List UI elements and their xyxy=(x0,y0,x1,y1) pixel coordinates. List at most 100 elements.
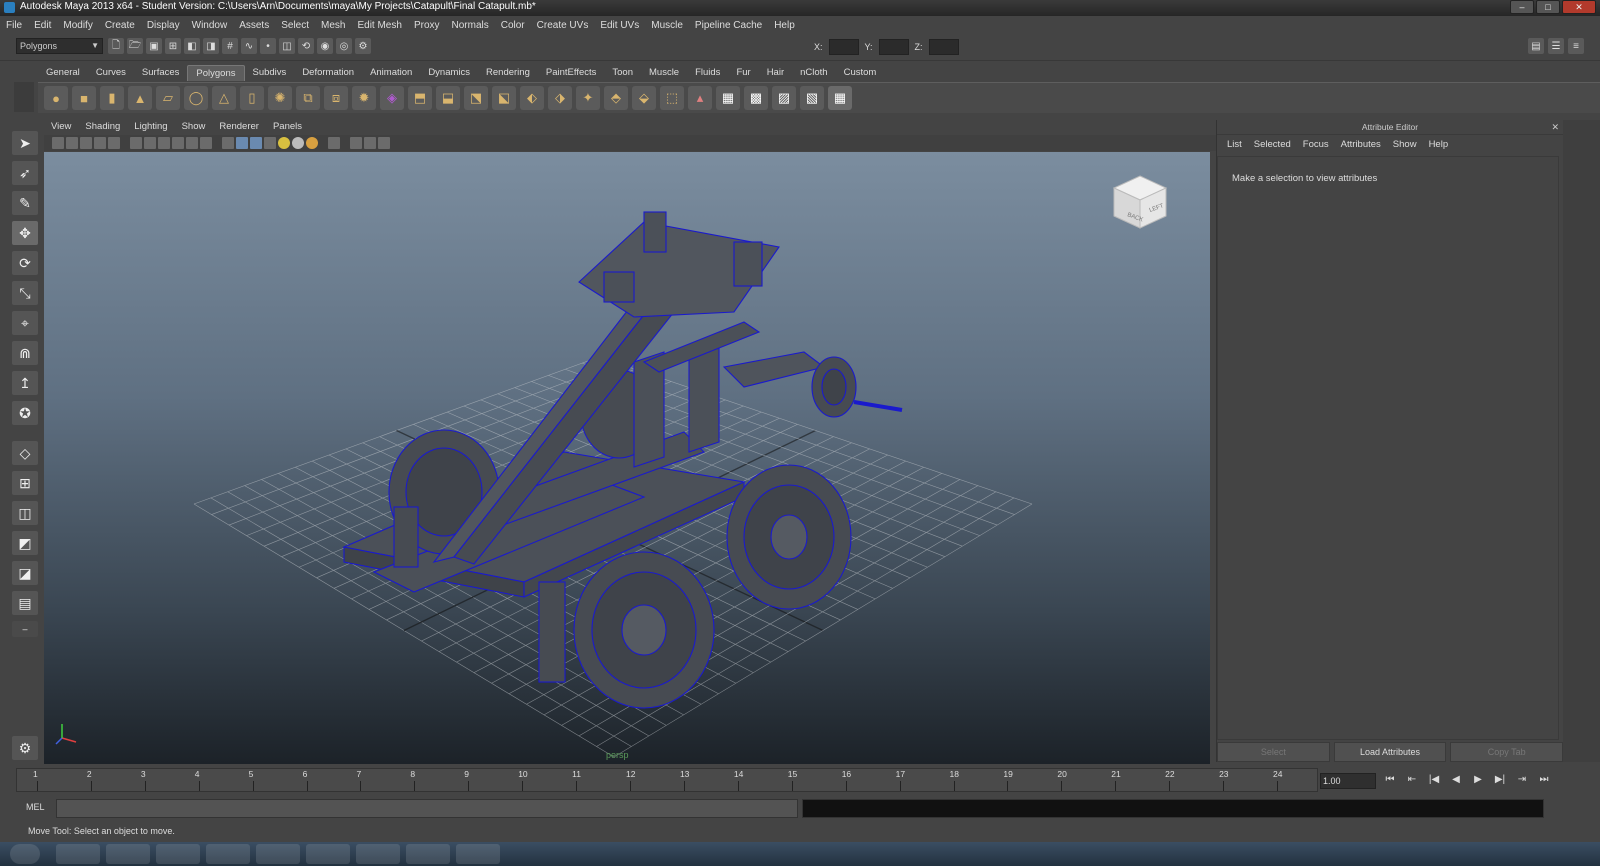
menu-select[interactable]: Select xyxy=(275,20,315,31)
smooth-icon[interactable]: ✹ xyxy=(352,86,376,110)
extrude-icon[interactable]: ⬒ xyxy=(408,86,432,110)
start-button-icon[interactable] xyxy=(10,844,40,864)
command-language-label[interactable]: MEL xyxy=(26,802,45,812)
show-manipulator-icon[interactable]: ↥ xyxy=(12,371,38,395)
split-polygon-icon[interactable]: ⬕ xyxy=(492,86,516,110)
shelf-tab-painteffects[interactable]: PaintEffects xyxy=(538,65,605,81)
move-tool-icon[interactable]: ✥ xyxy=(12,221,38,245)
go-to-start-icon[interactable]: ⏮ xyxy=(1382,772,1398,788)
taskbar-app-6[interactable] xyxy=(306,844,350,864)
shelf-tab-subdivs[interactable]: Subdivs xyxy=(245,65,295,81)
taskbar-app-7[interactable] xyxy=(356,844,400,864)
time-slider[interactable]: 1 2 3 4 5 6 7 8 9 10 11 12 13 14 15 16 17 18 19 20 21 22 23 24 xyxy=(16,768,1318,792)
poly-pyramid-icon[interactable]: △ xyxy=(212,86,236,110)
checker-map-icon[interactable]: ▦ xyxy=(828,86,852,110)
rotate-tool-icon[interactable]: ⟳ xyxy=(12,251,38,275)
channel-box-toggle-icon[interactable]: ≡ xyxy=(1568,38,1584,54)
menu-window[interactable]: Window xyxy=(186,20,234,31)
safe-title-icon[interactable] xyxy=(200,137,212,149)
taskbar-app-2[interactable] xyxy=(106,844,150,864)
poly-cylinder-icon[interactable]: ▮ xyxy=(100,86,124,110)
close-button[interactable]: ✕ xyxy=(1562,0,1596,14)
panel-menu-panels[interactable]: Panels xyxy=(266,120,309,134)
attr-menu-attributes[interactable]: Attributes xyxy=(1335,139,1387,150)
offset-edge-loop-icon[interactable]: ⬗ xyxy=(548,86,572,110)
uv-snapshot-icon[interactable]: ▧ xyxy=(800,86,824,110)
taskbar-app-9[interactable] xyxy=(456,844,500,864)
shelf-tab-general[interactable]: General xyxy=(38,65,88,81)
image-plane-icon[interactable] xyxy=(94,137,106,149)
safe-action-icon[interactable] xyxy=(186,137,198,149)
hypershade-layout-icon[interactable]: ◪ xyxy=(12,561,38,585)
panel-menu-view[interactable]: View xyxy=(44,120,78,134)
panel-menu-renderer[interactable]: Renderer xyxy=(212,120,266,134)
uv-editor-icon[interactable]: ▨ xyxy=(772,86,796,110)
gate-mask-icon[interactable] xyxy=(158,137,170,149)
attr-menu-focus[interactable]: Focus xyxy=(1297,139,1335,150)
select-tool-icon[interactable]: ➤ xyxy=(12,131,38,155)
camera-attributes-icon[interactable] xyxy=(66,137,78,149)
shelf-tab-custom[interactable]: Custom xyxy=(836,65,885,81)
maximize-button[interactable]: □ xyxy=(1536,0,1560,14)
menu-modify[interactable]: Modify xyxy=(57,20,98,31)
taskbar-app-8[interactable] xyxy=(406,844,450,864)
shelf-menu-handle[interactable] xyxy=(14,82,34,112)
menu-file[interactable]: File xyxy=(0,20,28,31)
select-by-component-icon[interactable]: ◨ xyxy=(203,38,219,54)
wireframe-on-shaded-icon[interactable] xyxy=(250,137,262,149)
copy-tab-button[interactable]: Copy Tab xyxy=(1450,742,1564,762)
menu-help[interactable]: Help xyxy=(768,20,801,31)
snap-surface-icon[interactable]: ◫ xyxy=(279,38,295,54)
menu-color[interactable]: Color xyxy=(495,20,531,31)
panel-menu-lighting[interactable]: Lighting xyxy=(127,120,174,134)
persp-outliner-layout-icon[interactable]: ◫ xyxy=(12,501,38,525)
open-scene-icon[interactable]: 🗁 xyxy=(127,38,143,54)
persp-graph-layout-icon[interactable]: ◩ xyxy=(12,531,38,555)
graph-outliner-layout-icon[interactable]: ▤ xyxy=(12,591,38,615)
taskbar-app-5[interactable] xyxy=(256,844,300,864)
attr-menu-show[interactable]: Show xyxy=(1387,139,1423,150)
menu-normals[interactable]: Normals xyxy=(446,20,495,31)
isolate-select-icon[interactable] xyxy=(328,137,340,149)
current-frame-field[interactable]: 1.00 xyxy=(1320,773,1376,789)
attribute-editor-toggle-icon[interactable]: ▤ xyxy=(1528,38,1544,54)
poly-cube-icon[interactable]: ■ xyxy=(72,86,96,110)
xray-icon[interactable] xyxy=(350,137,362,149)
append-polygon-icon[interactable]: ⬔ xyxy=(464,86,488,110)
new-scene-icon[interactable]: 🗋 xyxy=(108,38,124,54)
wireframe-icon[interactable] xyxy=(222,137,234,149)
ambient-occlusion-icon[interactable] xyxy=(378,137,390,149)
paint-select-tool-icon[interactable]: ✎ xyxy=(12,191,38,215)
shelf-tab-ncloth[interactable]: nCloth xyxy=(792,65,835,81)
menu-assets[interactable]: Assets xyxy=(233,20,275,31)
shelf-tab-polygons[interactable]: Polygons xyxy=(187,65,245,81)
checker-uv-icon[interactable]: ▦ xyxy=(716,86,740,110)
shelf-tab-curves[interactable]: Curves xyxy=(88,65,134,81)
minimize-button[interactable]: – xyxy=(1510,0,1534,14)
menu-display[interactable]: Display xyxy=(141,20,186,31)
command-input[interactable] xyxy=(56,799,798,818)
universal-manipulator-icon[interactable]: ⌖ xyxy=(12,311,38,335)
shelf-tab-fur[interactable]: Fur xyxy=(728,65,758,81)
menu-proxy[interactable]: Proxy xyxy=(408,20,446,31)
shelf-tab-hair[interactable]: Hair xyxy=(759,65,792,81)
shelf-tab-animation[interactable]: Animation xyxy=(362,65,420,81)
poke-face-icon[interactable]: ✦ xyxy=(576,86,600,110)
layout-menu-icon[interactable]: – xyxy=(12,621,38,637)
soft-modification-icon[interactable]: ⋒ xyxy=(12,341,38,365)
poly-plane-icon[interactable]: ▱ xyxy=(156,86,180,110)
select-by-object-icon[interactable]: ◧ xyxy=(184,38,200,54)
tool-settings-toggle-icon[interactable]: ☰ xyxy=(1548,38,1564,54)
camera-select-icon[interactable] xyxy=(52,137,64,149)
smooth-shade-icon[interactable] xyxy=(236,137,248,149)
menu-pipeline-cache[interactable]: Pipeline Cache xyxy=(689,20,768,31)
z-field[interactable] xyxy=(928,39,959,55)
insert-edge-loop-icon[interactable]: ⬖ xyxy=(520,86,544,110)
menu-create[interactable]: Create xyxy=(99,20,141,31)
poly-torus-icon[interactable]: ◯ xyxy=(184,86,208,110)
attr-menu-list[interactable]: List xyxy=(1221,139,1248,150)
step-back-frame-icon[interactable]: |◀ xyxy=(1426,772,1442,788)
scale-tool-icon[interactable]: ⤡ xyxy=(12,281,38,305)
merge-vertices-icon[interactable]: ⬙ xyxy=(632,86,656,110)
construction-history-icon[interactable]: ⟲ xyxy=(298,38,314,54)
